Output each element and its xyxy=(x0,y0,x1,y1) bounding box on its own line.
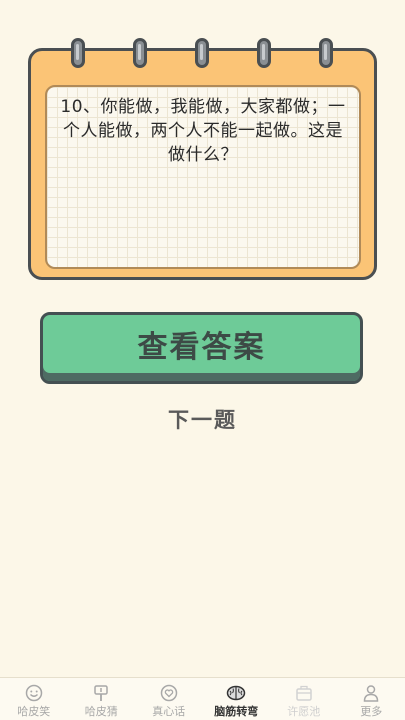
tab-hapixiao[interactable]: 哈皮笑 xyxy=(0,678,68,720)
person-icon xyxy=(363,685,379,702)
tab-label: 哈皮笑 xyxy=(17,705,51,718)
signpost-icon xyxy=(94,685,108,701)
bottom-tab-bar: 哈皮笑 哈皮猜 真心话 脑筋转弯 许愿池 更多 xyxy=(0,677,405,720)
binder-ring-icon xyxy=(71,38,85,68)
binder-ring-icon xyxy=(257,38,271,68)
binder-ring-icon xyxy=(195,38,209,68)
tab-label: 更多 xyxy=(360,705,383,718)
tab-more[interactable]: 更多 xyxy=(338,678,405,720)
wish-box-icon xyxy=(296,685,312,701)
brain-icon xyxy=(227,685,246,701)
next-question-button[interactable]: 下一题 xyxy=(0,404,405,434)
question-paper: 10、你能做，我能做，大家都做；一个人能做，两个人不能一起做。这是做什么？ xyxy=(45,85,361,269)
tab-label: 真心话 xyxy=(152,705,186,718)
binder-ring-icon xyxy=(133,38,147,68)
tab-hapicai[interactable]: 哈皮猜 xyxy=(68,678,136,720)
tab-label: 哈皮猜 xyxy=(84,705,118,718)
tab-label: 脑筋转弯 xyxy=(214,705,259,718)
question-text: 10、你能做，我能做，大家都做；一个人能做，两个人不能一起做。这是做什么？ xyxy=(60,97,346,165)
show-answer-button[interactable]: 查看答案 xyxy=(40,312,363,384)
show-answer-label: 查看答案 xyxy=(137,330,266,365)
binder-ring-icon xyxy=(319,38,333,68)
question-card: 10、你能做，我能做，大家都做；一个人能做，两个人不能一起做。这是做什么？ xyxy=(28,38,377,280)
tab-naojinzhuanwan[interactable]: 脑筋转弯 xyxy=(203,678,271,720)
tab-label: 许愿池 xyxy=(287,705,321,718)
tab-xuyuanchi[interactable]: 许愿池 xyxy=(270,678,338,720)
tab-zhenxinhua[interactable]: 真心话 xyxy=(135,678,203,720)
smile-icon xyxy=(25,684,42,702)
heart-bubble-icon xyxy=(160,684,177,702)
